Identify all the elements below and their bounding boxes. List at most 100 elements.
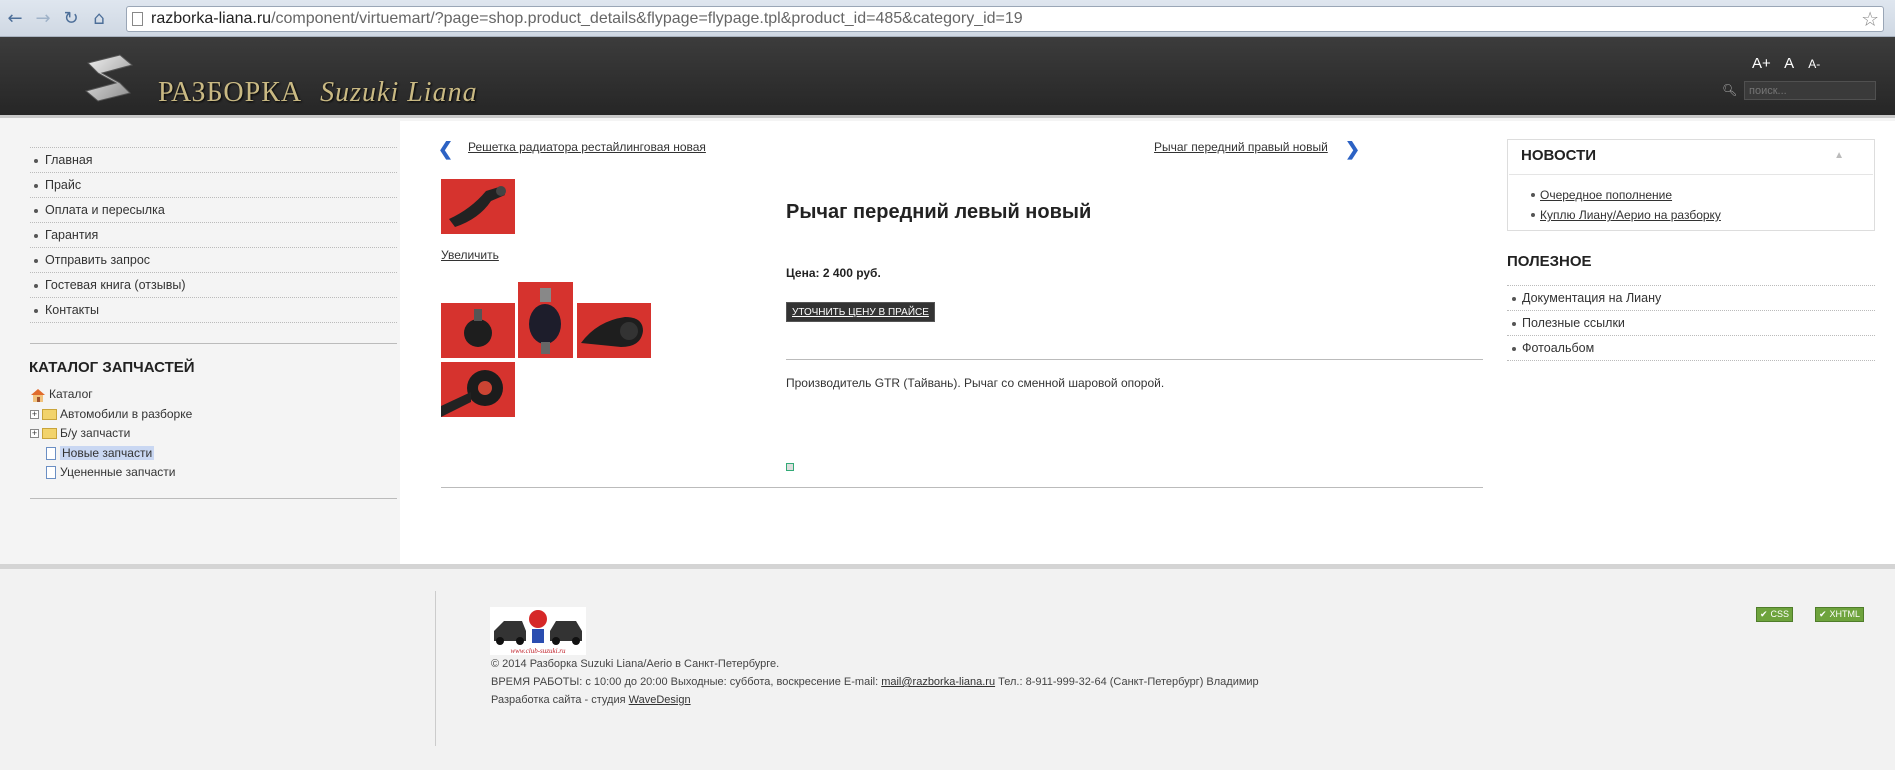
browser-toolbar: ← → ↻ ⌂ razborka-liana.ru/component/virt… — [0, 0, 1895, 37]
page-icon — [132, 12, 143, 26]
product-details: ❮ Решетка радиатора рестайлинговая новая… — [400, 121, 1500, 564]
folder-icon — [42, 428, 57, 440]
divider — [441, 487, 1483, 488]
small-image-icon — [786, 463, 794, 471]
back-icon[interactable]: ← — [4, 8, 26, 30]
document-icon — [46, 466, 56, 480]
useful-item-photos[interactable]: Фотоальбом — [1507, 336, 1875, 361]
product-description: Производитель GTR (Тайвань). Рычаг со см… — [786, 376, 1165, 390]
search-icon: 🔍︎ — [1722, 83, 1738, 97]
divider — [786, 359, 1483, 360]
menu-item-contacts[interactable]: Контакты — [30, 298, 397, 323]
right-sidebar: НОВОСТИ ▲ Очередное пополнение Куплю Лиа… — [1500, 121, 1895, 564]
prev-arrow-icon[interactable]: ❮ — [438, 139, 453, 160]
copyright-text: © 2014 Разборка Suzuki Liana/Aerio в Сан… — [491, 658, 780, 670]
xhtml-valid-badge[interactable]: ✔ XHTML — [1815, 607, 1865, 622]
tree-item-selected[interactable]: Новые запчасти — [30, 444, 192, 464]
expand-icon[interactable]: + — [30, 409, 39, 419]
address-bar[interactable]: razborka-liana.ru/component/virtuemart/?… — [126, 6, 1884, 32]
enlarge-link[interactable]: Увеличить — [441, 248, 499, 262]
font-normal-button[interactable]: A — [1784, 55, 1794, 72]
check-icon: ✔ — [1760, 610, 1768, 620]
product-thumbnail[interactable] — [441, 362, 515, 417]
badge-label: XHTML — [1829, 609, 1861, 619]
product-thumbnail[interactable] — [441, 303, 515, 358]
tree-root[interactable]: Каталог — [30, 385, 192, 405]
font-smaller-button[interactable]: A- — [1808, 57, 1820, 71]
news-list: Очередное пополнение Куплю Лиану/Аерио н… — [1531, 186, 1721, 226]
useful-list: Документация на Лиану Полезные ссылки Фо… — [1507, 285, 1875, 361]
useful-heading: ПОЛЕЗНОЕ — [1507, 253, 1592, 270]
menu-item-warranty[interactable]: Гарантия — [30, 223, 397, 248]
site-header: РАЗБОРКА Suzuki Liana A+ A A- 🔍︎ — [0, 37, 1895, 118]
tree-item[interactable]: + Автомобили в разборке — [30, 405, 192, 425]
logo-subtitle: Suzuki Liana — [320, 77, 478, 108]
next-arrow-icon[interactable]: ❯ — [1345, 139, 1360, 160]
suzuki-logo-icon[interactable] — [80, 49, 138, 107]
css-valid-badge[interactable]: ✔ CSS — [1756, 607, 1794, 622]
menu-item-payment[interactable]: Оплата и пересылка — [30, 198, 397, 223]
news-heading: НОВОСТИ — [1521, 147, 1597, 164]
tree-root-label: Каталог — [49, 387, 93, 401]
tree-item-label: Автомобили в разборке — [60, 406, 193, 421]
developer-link[interactable]: WaveDesign — [629, 694, 691, 706]
tree-item[interactable]: Уцененные запчасти — [30, 463, 192, 483]
product-thumbnail[interactable] — [518, 282, 573, 358]
reload-icon[interactable]: ↻ — [60, 8, 82, 30]
contact-line: ВРЕМЯ РАБОТЫ: с 10:00 до 20:00 Выходные:… — [491, 676, 1259, 688]
phone-text: Тел.: 8-911-999-32-64 (Санкт-Петербург) … — [995, 676, 1259, 688]
menu-item-price[interactable]: Прайс — [30, 173, 397, 198]
news-module: НОВОСТИ ▲ Очередное пополнение Куплю Лиа… — [1507, 139, 1875, 231]
expand-icon[interactable]: + — [30, 429, 39, 439]
url-path: /component/virtuemart/?page=shop.product… — [271, 10, 1023, 27]
next-product-link[interactable]: Рычаг передний правый новый — [1154, 140, 1328, 154]
club-suzuki-logo[interactable]: www.club-suzuki.ru — [490, 607, 586, 655]
tree-item-label: Новые запчасти — [60, 445, 155, 460]
divider — [435, 591, 436, 746]
email-link[interactable]: mail@razborka-liana.ru — [881, 676, 995, 688]
club-logo-caption: www.club-suzuki.ru — [510, 647, 566, 655]
badge-label: CSS — [1770, 609, 1790, 619]
tree-item[interactable]: + Б/у запчасти — [30, 424, 192, 444]
news-link[interactable]: Куплю Лиану/Аерио на разборку — [1540, 208, 1721, 222]
product-main-image[interactable] — [441, 179, 515, 234]
divider — [30, 343, 397, 344]
logo-title: РАЗБОРКА — [158, 77, 303, 108]
catalog-home-icon — [31, 388, 45, 402]
collapse-icon[interactable]: ▲ — [1834, 150, 1844, 161]
product-price: Цена: 2 400 руб. — [786, 266, 881, 280]
url-host: razborka-liana.ru — [151, 10, 272, 27]
catalog-heading: КАТАЛОГ ЗАПЧАСТЕЙ — [29, 359, 195, 376]
useful-item-docs[interactable]: Документация на Лиану — [1507, 286, 1875, 311]
main-menu: Главная Прайс Оплата и пересылка Гаранти… — [30, 147, 397, 323]
check-icon: ✔ — [1819, 610, 1827, 620]
tree-item-label: Уцененные запчасти — [60, 465, 176, 479]
tree-item-label: Б/у запчасти — [60, 426, 131, 440]
site-footer: www.club-suzuki.ru © 2014 Разборка Suzuk… — [0, 564, 1895, 770]
check-price-button[interactable]: УТОЧНИТЬ ЦЕНУ В ПРАЙСЕ — [786, 302, 935, 322]
news-link[interactable]: Очередное пополнение — [1540, 188, 1672, 202]
home-icon[interactable]: ⌂ — [88, 8, 110, 30]
search-input[interactable] — [1744, 81, 1876, 100]
menu-item-request[interactable]: Отправить запрос — [30, 248, 397, 273]
useful-item-links[interactable]: Полезные ссылки — [1507, 311, 1875, 336]
site-logo-text[interactable]: РАЗБОРКА Suzuki Liana — [158, 77, 478, 109]
hours-text: ВРЕМЯ РАБОТЫ: с 10:00 до 20:00 Выходные:… — [491, 676, 882, 688]
left-sidebar: Главная Прайс Оплата и пересылка Гаранти… — [0, 121, 400, 564]
catalog-tree: Каталог + Автомобили в разборке + Б/у запч… — [30, 385, 192, 483]
font-larger-button[interactable]: A+ — [1752, 55, 1771, 72]
document-icon — [46, 446, 56, 460]
bookmark-star-icon[interactable]: ☆ — [1861, 7, 1879, 31]
divider — [1509, 174, 1873, 175]
developer-line: Разработка сайта - студия WaveDesign — [491, 694, 691, 706]
font-size-tools: A+ A A- — [1752, 55, 1830, 72]
folder-icon — [42, 408, 57, 420]
menu-item-home[interactable]: Главная — [30, 148, 397, 173]
prev-product-link[interactable]: Решетка радиатора рестайлинговая новая — [468, 140, 706, 154]
forward-icon[interactable]: → — [32, 8, 54, 30]
menu-item-guestbook[interactable]: Гостевая книга (отзывы) — [30, 273, 397, 298]
divider — [30, 498, 397, 499]
product-thumbnail[interactable] — [577, 303, 651, 358]
news-item[interactable]: Куплю Лиану/Аерио на разборку — [1531, 206, 1721, 226]
news-item[interactable]: Очередное пополнение — [1531, 186, 1721, 206]
